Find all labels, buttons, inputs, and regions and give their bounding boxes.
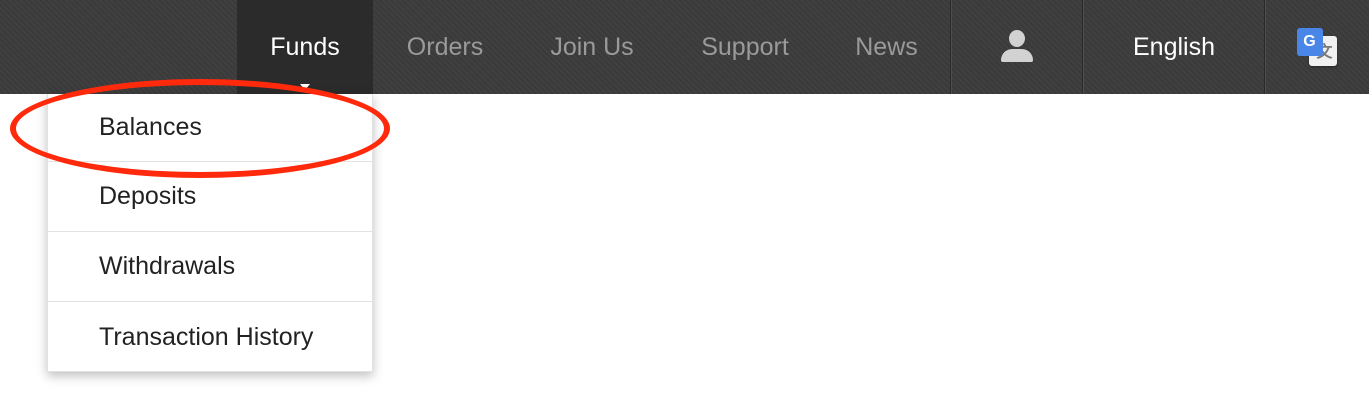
nav-funds[interactable]: Funds [237,0,373,94]
app-root: Funds Orders Join Us Support News Englis… [0,0,1369,415]
account-button[interactable] [952,0,1082,94]
menu-item-deposits[interactable]: Deposits [48,162,372,232]
nav-news-label: News [855,32,918,61]
language-selector[interactable]: English [1084,0,1264,94]
language-label: English [1133,32,1215,61]
nav-orders[interactable]: Orders [373,0,517,94]
funds-dropdown-menu: Balances Deposits Withdrawals Transactio… [47,94,373,372]
menu-item-label: Transaction History [99,322,314,351]
nav-support-label: Support [701,32,789,61]
nav-support[interactable]: Support [667,0,823,94]
translate-button[interactable]: 文 G [1266,0,1369,94]
nav-news[interactable]: News [823,0,950,94]
user-icon [1000,30,1034,64]
menu-item-balances[interactable]: Balances [48,94,372,162]
nav-orders-label: Orders [406,32,484,61]
nav-funds-label: Funds [270,32,340,61]
nav-join-us[interactable]: Join Us [517,0,667,94]
nav-join-us-label: Join Us [550,32,634,61]
menu-item-label: Withdrawals [99,252,236,280]
google-translate-icon: 文 G [1296,26,1339,68]
menu-item-withdrawals[interactable]: Withdrawals [48,232,372,302]
caret-down-icon [300,84,310,90]
menu-item-transaction-history[interactable]: Transaction History [48,302,372,372]
menu-item-label: Balances [99,113,202,141]
top-navbar: Funds Orders Join Us Support News Englis… [0,0,1369,94]
menu-item-label: Deposits [99,182,197,210]
